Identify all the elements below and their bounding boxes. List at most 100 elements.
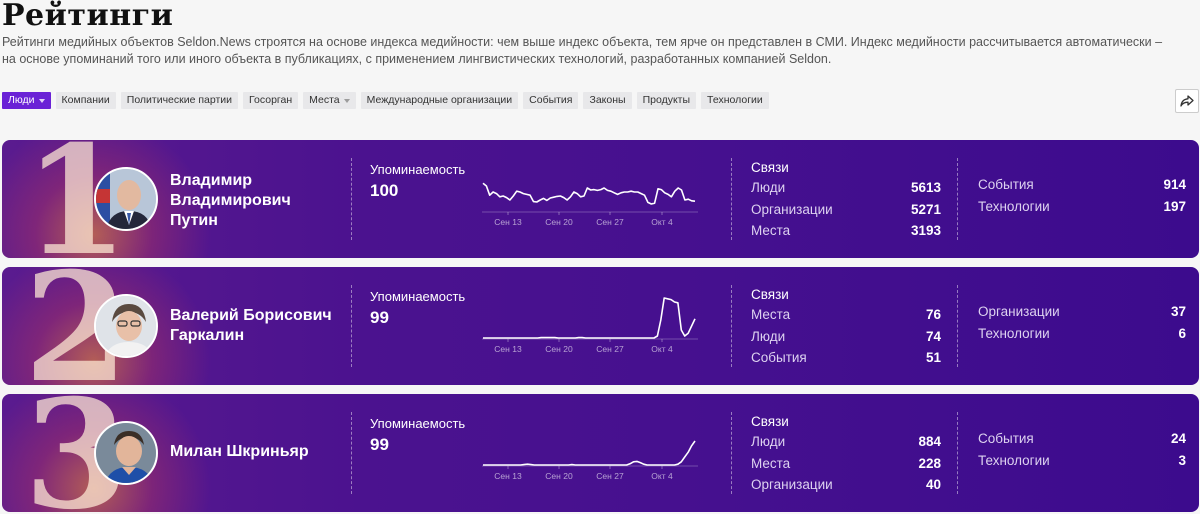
axis-tick-label: Сен 13	[494, 344, 522, 354]
filter-people[interactable]: Люди	[2, 92, 51, 109]
links-row[interactable]: Люди 74	[751, 329, 941, 351]
links-row[interactable]: Места 3193	[751, 223, 941, 245]
filter-political-parties[interactable]: Политические партии	[120, 92, 239, 109]
axis-tick-label: Сен 13	[494, 471, 522, 481]
extra-row[interactable]: События 914	[978, 177, 1186, 199]
extra-row-label: Технологии	[978, 198, 1050, 214]
filter-label: Места	[309, 94, 340, 106]
divider	[351, 285, 352, 367]
axis-tick-label: Окт 4	[651, 344, 673, 354]
person-name[interactable]: Милан Шкриньяр	[170, 442, 340, 462]
name-line: Владимирович	[170, 192, 291, 209]
filter-label: Продукты	[642, 94, 691, 106]
extra-row-label: Организации	[978, 304, 1060, 319]
mentions-sparkline: Сен 13 Сен 20 Сен 27 Окт 4	[482, 297, 698, 354]
divider	[957, 158, 958, 240]
links-row[interactable]: Организации 5271	[751, 202, 941, 224]
links-row-value: 74	[925, 328, 941, 344]
links-row[interactable]: Люди 5613	[751, 180, 941, 202]
filter-label: Люди	[8, 94, 35, 106]
name-line: Путин	[170, 212, 218, 229]
extra-row-value: 37	[1170, 304, 1186, 319]
person-name[interactable]: Владимир Владимирович Путин	[170, 171, 340, 231]
mentions-sparkline: Сен 13 Сен 20 Сен 27 Окт 4	[482, 440, 698, 481]
avatar	[94, 294, 158, 358]
filter-products[interactable]: Продукты	[636, 92, 697, 109]
extra-row-value: 24	[1170, 431, 1186, 446]
share-button[interactable]	[1175, 89, 1199, 113]
filter-events[interactable]: События	[523, 92, 579, 109]
filter-government-bodies[interactable]: Госорган	[243, 92, 299, 109]
links-block: Связи Люди 884 Места 228 Организации 40	[751, 414, 941, 499]
page-title: Рейтинги	[2, 0, 174, 33]
links-row[interactable]: Места 228	[751, 456, 941, 478]
axis-tick-label: Сен 27	[596, 217, 624, 227]
rating-card[interactable]: 3 Милан Шкриньяр Упоминаемость 99 Сен 13…	[2, 394, 1199, 512]
filter-laws[interactable]: Законы	[583, 92, 632, 109]
axis-tick-label: Сен 13	[494, 217, 522, 227]
filter-label: Законы	[589, 94, 626, 106]
chevron-down-icon	[343, 98, 350, 103]
page-description: Рейтинги медийных объектов Seldon.News с…	[2, 35, 1163, 66]
rating-card[interactable]: 2 Валерий Борисович Гаркалин Упоминаемос…	[2, 267, 1199, 385]
links-row[interactable]: Места 76	[751, 307, 941, 329]
axis-tick-label: Окт 4	[651, 217, 673, 227]
divider	[351, 158, 352, 240]
name-line: Гаркалин	[170, 327, 245, 344]
rating-card[interactable]: 1 Владимир Владимирович Путин Упоминаемо…	[2, 140, 1199, 258]
category-filter-bar: Люди Компании Политические партии Госорг…	[2, 92, 769, 109]
extra-links-block: События 914 Технологии 197	[978, 177, 1186, 220]
extra-row-label: Технологии	[978, 325, 1050, 341]
links-row-value: 40	[925, 477, 941, 492]
links-row-label: Места	[751, 455, 791, 471]
links-row-value: 51	[925, 350, 941, 365]
links-row-value: 3193	[910, 223, 941, 238]
links-heading: Связи	[751, 414, 789, 429]
extra-row[interactable]: События 24	[978, 431, 1186, 453]
filter-label: События	[529, 94, 573, 106]
mentions-value: 99	[370, 308, 389, 327]
name-line: Валерий Борисович	[170, 307, 332, 324]
filter-label: Госорган	[249, 94, 293, 106]
extra-row-label: События	[978, 431, 1034, 446]
extra-row[interactable]: Технологии 197	[978, 199, 1186, 221]
links-row-value: 5271	[910, 201, 941, 217]
mentions-label: Упоминаемость	[370, 162, 466, 177]
chevron-down-icon	[38, 98, 45, 103]
links-row[interactable]: Люди 884	[751, 434, 941, 456]
links-row-value: 228	[918, 455, 941, 471]
links-row[interactable]: События 51	[751, 350, 941, 372]
extra-row[interactable]: Технологии 3	[978, 453, 1186, 475]
extra-links-block: Организации 37 Технологии 6	[978, 304, 1186, 347]
extra-links-block: События 24 Технологии 3	[978, 431, 1186, 474]
avatar	[94, 421, 158, 485]
name-line: Владимир	[170, 172, 253, 189]
sparkline-line	[483, 297, 696, 339]
axis-tick-label: Окт 4	[651, 471, 673, 481]
extra-row[interactable]: Технологии 6	[978, 326, 1186, 348]
links-row-value: 5613	[910, 180, 941, 195]
links-row[interactable]: Организации 40	[751, 477, 941, 499]
filter-label: Технологии	[707, 94, 763, 106]
person-name[interactable]: Валерий Борисович Гаркалин	[170, 306, 340, 346]
filter-companies[interactable]: Компании	[55, 92, 116, 109]
extra-row-label: Технологии	[978, 452, 1050, 468]
filter-label: Международные организации	[366, 94, 513, 106]
mentions-sparkline: Сен 13 Сен 20 Сен 27 Окт 4	[482, 182, 698, 227]
mentions-label: Упоминаемость	[370, 289, 466, 304]
filter-international-orgs[interactable]: Международные организации	[360, 92, 519, 109]
filter-technologies[interactable]: Технологии	[701, 92, 769, 109]
links-heading: Связи	[751, 287, 789, 302]
divider	[731, 412, 732, 494]
extra-row[interactable]: Организации 37	[978, 304, 1186, 326]
avatar	[94, 167, 158, 231]
links-row-label: Места	[751, 307, 791, 322]
links-row-value: 884	[918, 434, 941, 449]
axis-tick-label: Сен 27	[596, 344, 624, 354]
filter-places[interactable]: Места	[303, 92, 356, 109]
divider	[957, 412, 958, 494]
sparkline-line	[483, 440, 696, 466]
links-row-label: Организации	[751, 201, 833, 217]
links-row-value: 76	[925, 307, 941, 322]
links-row-label: Места	[751, 223, 791, 238]
